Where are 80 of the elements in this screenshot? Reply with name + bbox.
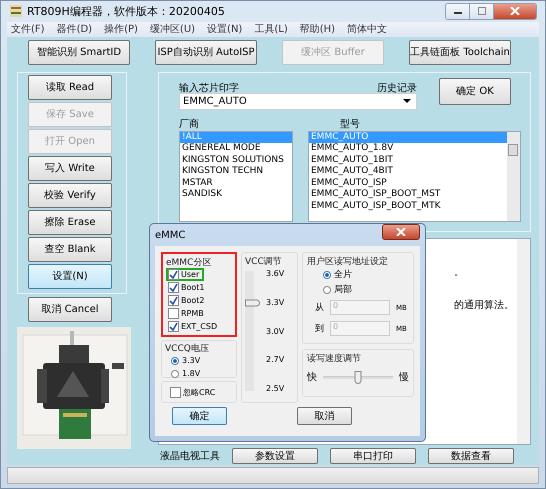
manufacturer-label: 厂商 [179, 118, 200, 131]
menu-item[interactable]: 简体中文 [347, 22, 388, 36]
dropdown-arrow-icon [403, 98, 411, 104]
vccq-radio[interactable]: 3.3V [165, 354, 233, 367]
model-item[interactable]: EMMC_AUTO_4BIT [309, 166, 507, 178]
group-label: 用户区读写地址设定 [307, 256, 389, 267]
partition-checkbox[interactable]: Boot2 [166, 294, 210, 307]
close-button[interactable] [494, 4, 536, 19]
action-button[interactable]: 写入 Write [28, 156, 112, 181]
group-label: VCCQ电压 [165, 342, 210, 354]
app-logo-icon [9, 4, 23, 18]
info-text: 。 [454, 266, 465, 280]
tool-button[interactable]: 串口打印 [330, 448, 416, 464]
action-button[interactable]: 查空 Blank [28, 236, 112, 262]
menu-item[interactable]: 文件(F) [11, 22, 45, 36]
check-icon [169, 322, 178, 331]
group-label: 读写速度调节 [307, 352, 362, 364]
toolbar-button[interactable]: 智能识别 SmartID [28, 40, 130, 65]
window-title: RT809H编程器，软件版本：20200405 [27, 4, 225, 19]
tool-button[interactable]: 参数设置 [232, 448, 318, 464]
slow-label: 慢 [399, 370, 409, 384]
ok-button[interactable]: 确定 OK [439, 78, 511, 105]
action-button[interactable]: 读取 Read [28, 74, 112, 100]
address-radio[interactable]: 全片 [307, 267, 409, 282]
manufacturer-item[interactable]: KINGSTON TECHN [180, 166, 292, 178]
manufacturer-item[interactable]: GENEREAL MODE [180, 143, 292, 155]
menu-item[interactable]: 操作(P) [104, 22, 138, 36]
cancel-button[interactable]: 取消 Cancel [28, 296, 112, 322]
manufacturer-item[interactable]: MSTAR [180, 178, 292, 190]
address-radio[interactable]: 局部 [307, 282, 409, 297]
model-item[interactable]: EMMC_AUTO_ISP_BOOT_MST [309, 189, 507, 201]
tool-button[interactable]: 数据查看 [428, 448, 514, 464]
action-button[interactable]: 擦除 Erase [28, 210, 112, 235]
partition-checkbox[interactable]: User [166, 268, 204, 281]
maximize-icon [476, 7, 486, 16]
action-button[interactable]: 设置(N) [28, 264, 112, 289]
manufacturer-item[interactable]: KINGSTON SOLUTIONS [180, 154, 292, 166]
close-icon [510, 7, 520, 16]
menu-item[interactable]: 帮助(H) [300, 22, 336, 36]
model-item[interactable]: EMMC_AUTO_1BIT [309, 154, 507, 166]
menu-item[interactable]: 器件(D) [56, 22, 92, 36]
menu-item[interactable]: 工具(L) [254, 22, 288, 36]
fast-label: 快 [307, 370, 317, 384]
toolbar-button[interactable]: 工具链面板 Toolchain [409, 40, 511, 65]
cancel-button[interactable]: 取消 [297, 407, 352, 425]
chip-marking-combobox[interactable]: EMMC_AUTO [179, 92, 417, 110]
close-button[interactable] [382, 224, 420, 240]
vcc-tick-label: 3.6V [266, 269, 284, 278]
group-label: VCC调节 [245, 256, 283, 267]
manufacturer-item[interactable]: SANDISK [180, 189, 292, 201]
partition-checkbox[interactable]: RPMB [166, 307, 209, 320]
action-button[interactable]: 校验 Verify [28, 182, 112, 208]
model-item[interactable]: EMMC_AUTO_1.8V [309, 143, 507, 155]
menu-item[interactable]: 缓冲区(U) [150, 22, 196, 36]
chip-marking-label: 输入芯片印字 [179, 82, 239, 92]
vcc-tick-label: 2.5V [266, 384, 284, 393]
model-label: 型号 [339, 118, 361, 131]
vcc-slider[interactable] [245, 271, 260, 391]
dialog-title: eMMC [155, 230, 186, 240]
tv-tools-label: 液晶电视工具 [160, 450, 220, 463]
close-icon [396, 228, 406, 236]
scrollbar[interactable] [517, 238, 530, 444]
vcc-tick-label: 3.3V [266, 298, 284, 307]
scrollbar[interactable] [507, 132, 520, 221]
confirm-button[interactable]: 确定 [172, 407, 227, 425]
model-item[interactable]: EMMC_AUTO_ISP_BOOT_MTK [309, 200, 507, 212]
vccq-radio[interactable]: 1.8V [165, 367, 233, 380]
vcc-tick-label: 2.7V [266, 355, 284, 364]
menu-item[interactable]: 设置(N) [207, 22, 242, 36]
partition-checkbox[interactable]: Boot1 [166, 281, 210, 294]
group-label: eMMC分区 [166, 256, 212, 268]
to-label: 到 [315, 322, 324, 335]
from-label: 从 [315, 302, 324, 314]
partition-checkbox[interactable]: EXT_CSD [166, 320, 222, 333]
minimize-button[interactable] [446, 4, 470, 19]
vcc-tick-label: 3.0V [266, 326, 284, 336]
model-item[interactable]: EMMC_AUTO_ISP [309, 178, 507, 190]
history-label: 历史记录 [377, 82, 417, 92]
toolbar-button[interactable]: ISP自动识别 AutoISP [155, 40, 257, 65]
info-text: 的通用算法。 [454, 298, 515, 313]
